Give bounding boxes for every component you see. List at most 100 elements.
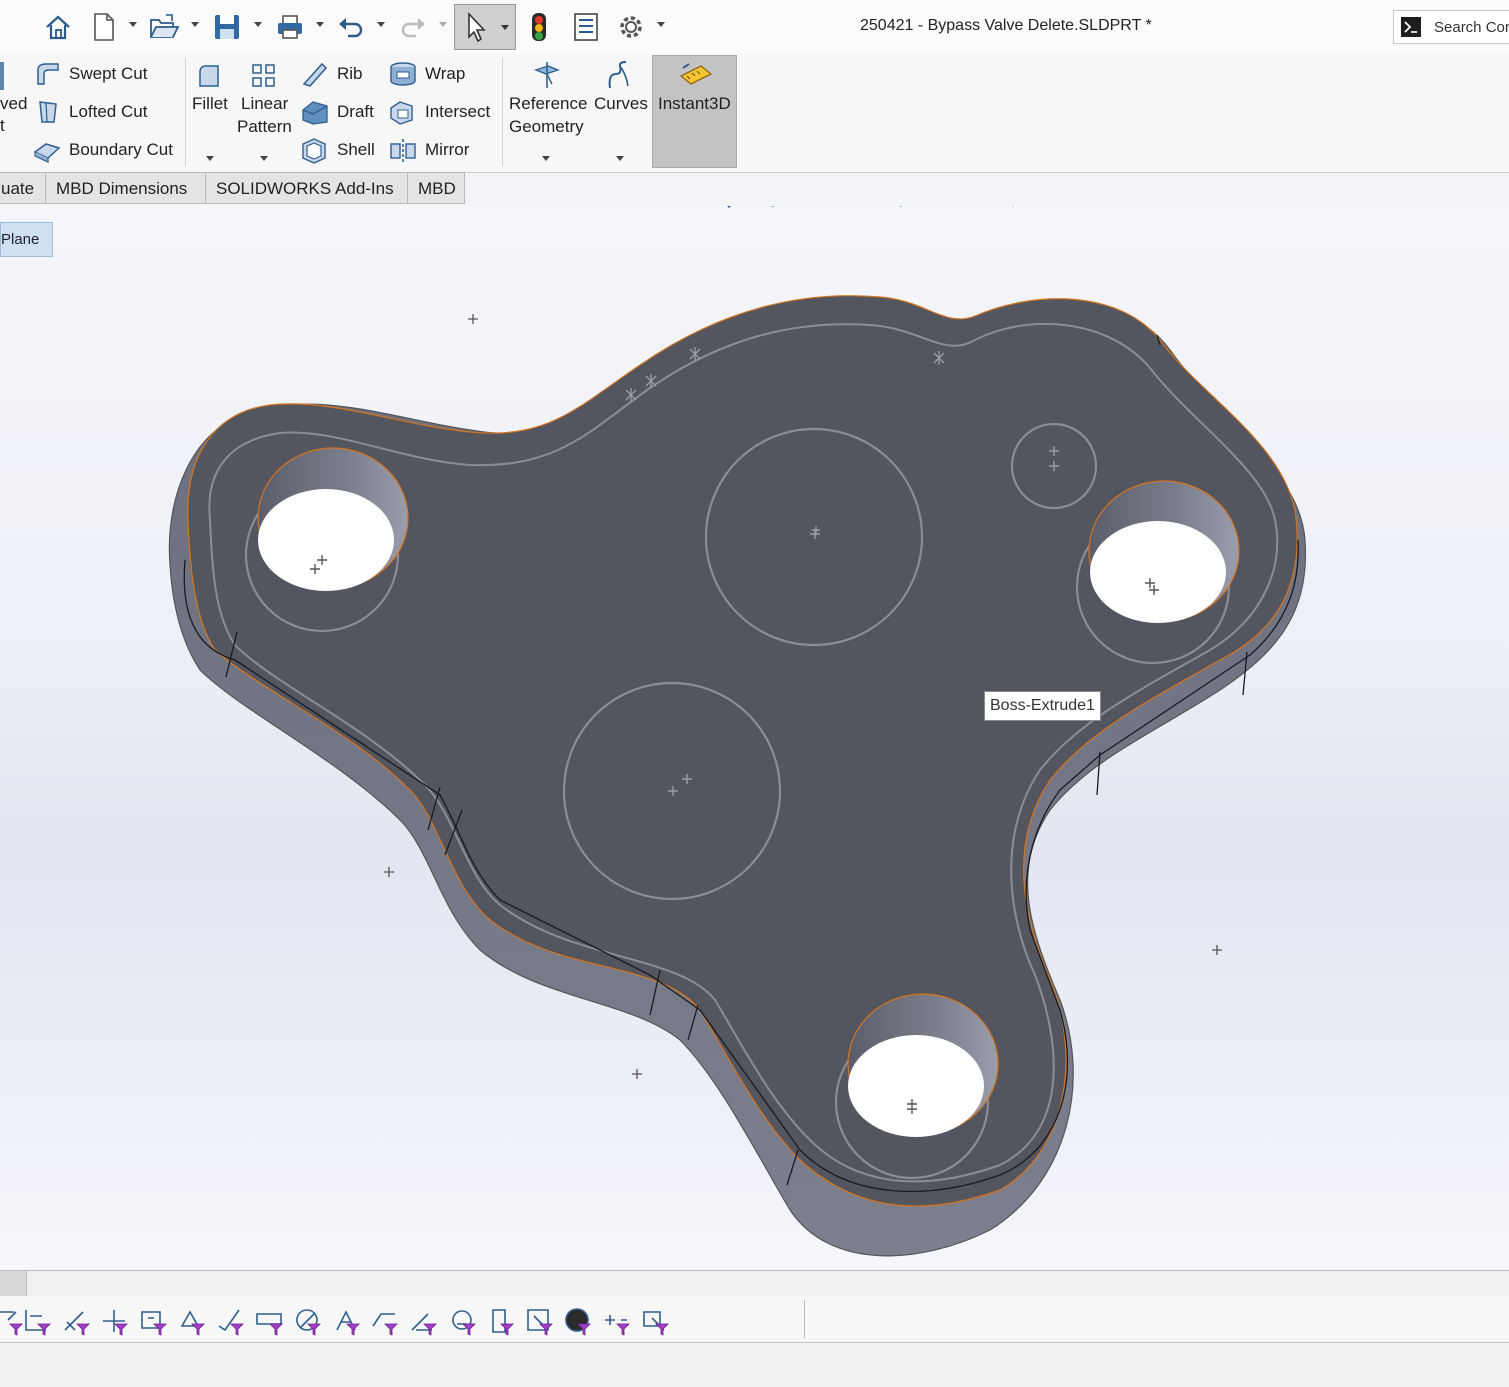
tab-evaluate[interactable]: uate [0,172,46,204]
partial-icon [0,62,4,90]
fillet-icon[interactable] [196,62,224,95]
toolbar-separator [804,1300,805,1338]
print-dropdown-icon[interactable] [316,22,324,27]
linear-pattern-dropdown-icon[interactable] [260,156,268,161]
redo-icon[interactable] [396,8,430,46]
show-tolerance-status-icon[interactable] [562,1306,592,1336]
save-icon[interactable] [210,8,244,46]
home-icon[interactable] [40,8,76,46]
datum-target-icon[interactable] [292,1306,322,1336]
shell-button[interactable]: Shell [337,140,375,160]
weld-symbol-icon[interactable] [331,1306,361,1336]
ribbon-separator [502,58,503,166]
dynamic-annotation-views-icon[interactable]: A [796,206,826,213]
mirror-button[interactable]: Mirror [425,140,469,160]
reference-geometry-label-2[interactable]: Geometry [509,117,584,137]
instant3d-button[interactable]: Instant3D [658,94,731,114]
previous-view-icon[interactable] [720,206,750,213]
ribbon-partial-label-2[interactable]: t [0,116,5,136]
save-dropdown-icon[interactable] [254,22,262,27]
plane-label-chip[interactable]: Plane [0,222,53,257]
zoom-to-area-icon[interactable] [682,206,712,213]
undo-dropdown-icon[interactable] [377,22,385,27]
mirror-icon[interactable] [388,136,418,169]
tab-mbd-dimensions[interactable]: MBD Dimensions [45,172,206,204]
curves-dropdown-icon[interactable] [616,156,624,161]
select-arrow-icon[interactable] [454,4,516,50]
draft-button[interactable]: Draft [337,102,374,122]
file-properties-icon[interactable] [570,8,602,46]
command-prompt-icon [1401,17,1421,37]
tab-strip-segment[interactable] [0,1271,27,1297]
draft-icon[interactable] [300,98,330,131]
view-orientation-icon[interactable] [834,206,864,213]
section-view-icon[interactable] [758,206,788,213]
hole-callout-icon[interactable] [369,1306,399,1336]
lofted-cut-icon[interactable] [34,98,62,131]
reference-geometry-dropdown-icon[interactable] [542,156,550,161]
datum-icon[interactable] [99,1306,129,1336]
cosmetic-thread-icon[interactable] [408,1306,438,1336]
new-document-icon[interactable] [88,8,120,46]
chain-dimension-icon[interactable] [61,1306,91,1336]
import-dimensions-icon[interactable] [640,1306,670,1336]
intersect-icon[interactable] [388,98,416,131]
rib-icon[interactable] [300,60,328,93]
graphics-area[interactable]: A [0,206,1509,1270]
boundary-cut-icon[interactable] [32,136,62,169]
pattern-feature-icon[interactable] [524,1306,554,1336]
wrap-button[interactable]: Wrap [425,64,465,84]
lofted-cut-button[interactable]: Lofted Cut [69,102,147,122]
curves-button[interactable]: Curves [594,94,648,114]
redo-dropdown-icon[interactable] [439,22,447,27]
wrap-icon[interactable] [388,60,418,93]
note-icon[interactable] [215,1306,245,1336]
instant3d-icon[interactable] [679,62,713,93]
view-settings-icon[interactable] [1084,206,1114,213]
options-gear-icon[interactable] [614,8,648,46]
baseline-dimension-icon[interactable] [22,1306,52,1336]
undo-icon[interactable] [334,8,368,46]
linear-pattern-label-2[interactable]: Pattern [237,117,292,137]
tab-mbd[interactable]: MBD [407,172,465,204]
shell-icon[interactable] [300,136,328,169]
options-dropdown-icon[interactable] [657,22,665,27]
open-icon[interactable] [146,8,182,46]
ribbon-partial-label-1[interactable]: ved [0,94,27,114]
centerline-icon[interactable] [485,1306,515,1336]
zoom-to-fit-icon[interactable] [644,206,674,213]
fillet-dropdown-icon[interactable] [206,156,214,161]
rebuild-traffic-light-icon[interactable] [524,8,554,46]
reference-geometry-label-1[interactable]: Reference [509,94,587,114]
display-style-icon[interactable] [886,206,916,213]
edit-appearance-icon[interactable] [992,206,1022,213]
feature-tooltip: Boss-Extrude1 [984,691,1101,721]
geometric-tolerance-icon[interactable] [138,1306,168,1336]
reference-geometry-icon[interactable] [532,60,562,95]
search-commands-input[interactable]: Search Cor [1393,10,1509,44]
print-icon[interactable] [272,8,308,46]
surface-finish-icon[interactable] [176,1306,206,1336]
tab-strip [0,1270,1509,1297]
balloon-icon[interactable] [254,1306,284,1336]
rib-button[interactable]: Rib [337,64,363,84]
open-dropdown-icon[interactable] [191,22,199,27]
part-model[interactable] [0,206,1509,1270]
fillet-button[interactable]: Fillet [192,94,228,114]
boundary-cut-button[interactable]: Boundary Cut [69,140,173,160]
swept-cut-button[interactable]: Swept Cut [69,64,147,84]
center-mark-icon[interactable] [447,1306,477,1336]
smart-dimension-icon[interactable] [0,1306,24,1336]
status-bar [0,1342,1509,1387]
linear-pattern-icon[interactable] [250,62,278,95]
hide-show-items-icon[interactable] [940,206,970,213]
tab-solidworks-add-ins[interactable]: SOLIDWORKS Add-Ins [205,172,408,204]
curves-icon[interactable] [604,60,634,95]
copy-scheme-icon[interactable] [601,1306,631,1336]
apply-scene-icon[interactable] [1030,206,1060,213]
intersect-button[interactable]: Intersect [425,102,490,122]
linear-pattern-label-1[interactable]: Linear [241,94,288,114]
swept-cut-icon[interactable] [34,60,62,93]
svg-text:A: A [810,206,818,208]
new-dropdown-icon[interactable] [129,22,137,27]
